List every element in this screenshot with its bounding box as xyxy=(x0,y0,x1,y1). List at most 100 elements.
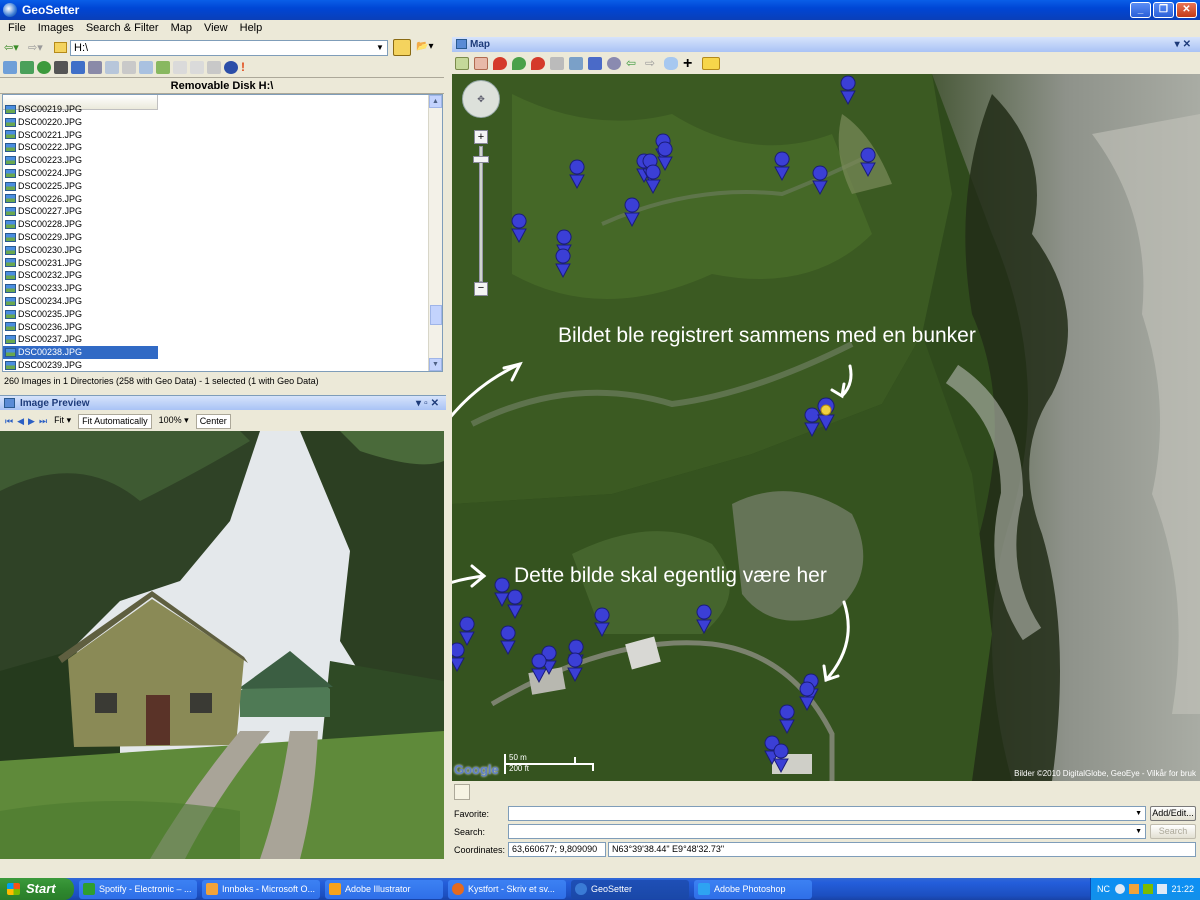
list-item-selected[interactable]: DSC00238.JPG xyxy=(3,346,158,359)
list-item[interactable]: DSC00222.JPG xyxy=(3,141,158,154)
properties-icon[interactable] xyxy=(139,60,153,74)
fit-automatically-button[interactable]: Fit Automatically xyxy=(78,413,152,429)
undo-icon[interactable] xyxy=(173,60,187,74)
menu-view[interactable]: View xyxy=(198,20,234,37)
first-image-icon[interactable]: ⏮ xyxy=(5,416,13,427)
chevron-down-icon[interactable]: ▼ xyxy=(1135,807,1142,820)
list-item[interactable]: DSC00231.JPG xyxy=(3,257,158,270)
task-spotify[interactable]: Spotify - Electronic – ... xyxy=(79,879,197,899)
menu-map[interactable]: Map xyxy=(165,20,198,37)
chevron-down-icon[interactable]: ▼ xyxy=(1135,825,1142,838)
start-button[interactable]: Start xyxy=(0,878,74,900)
list-item[interactable]: DSC00233.JPG xyxy=(3,282,158,295)
address-input[interactable]: H:\ ▼ xyxy=(70,40,388,56)
folder-up-icon[interactable] xyxy=(54,42,67,53)
list-item[interactable]: DSC00235.JPG xyxy=(3,308,158,321)
scrollbar-thumb[interactable] xyxy=(430,305,442,325)
task-firefox[interactable]: Kystfort - Skriv et sv... xyxy=(448,879,566,899)
panel-controls[interactable]: ▾✕ xyxy=(1175,37,1194,52)
browse-folder-button[interactable] xyxy=(393,39,411,56)
coordinates-dms-field[interactable]: N63°39'38.44" E9°48'32.73" xyxy=(608,842,1196,857)
view-mode-icon[interactable] xyxy=(3,60,17,74)
file-list-scrollbar[interactable]: ▲ ▼ xyxy=(428,95,442,371)
pencil-icon[interactable] xyxy=(454,784,470,800)
outlook-tray-icon[interactable] xyxy=(1129,884,1139,894)
favorites-folder-icon[interactable]: 📂▾ xyxy=(416,41,436,55)
task-photoshop[interactable]: Adobe Photoshop xyxy=(694,879,812,899)
list-item[interactable]: DSC00219.JPG xyxy=(3,103,158,116)
next-image-icon[interactable]: ▶ xyxy=(28,416,35,427)
list-item[interactable]: DSC00228.JPG xyxy=(3,218,158,231)
list-item[interactable]: DSC00237.JPG xyxy=(3,333,158,346)
track-icon[interactable] xyxy=(569,56,583,70)
red-marker-icon[interactable] xyxy=(493,56,507,70)
map-type-icon[interactable] xyxy=(455,56,469,70)
list-item[interactable]: DSC00226.JPG xyxy=(3,193,158,206)
sort-icon[interactable] xyxy=(88,60,102,74)
paste-icon[interactable] xyxy=(122,60,136,74)
close-button[interactable]: ✕ xyxy=(1176,2,1197,18)
center-button[interactable]: Center xyxy=(195,413,231,429)
list-item[interactable]: DSC00225.JPG xyxy=(3,180,158,193)
language-indicator[interactable]: NC xyxy=(1097,878,1110,900)
marker-icon[interactable] xyxy=(531,56,545,70)
satellite-map[interactable]: ✥ + − Bildet ble registrert sammens med … xyxy=(452,74,1200,781)
list-item[interactable]: DSC00234.JPG xyxy=(3,295,158,308)
back-arrow-icon[interactable]: ⇦▾ xyxy=(4,41,24,55)
forward-arrow-icon[interactable]: ⇨ xyxy=(645,56,659,70)
file-list[interactable]: DSC00219.JPG DSC00220.JPG DSC00221.JPG D… xyxy=(2,94,443,372)
list-item[interactable]: DSC00229.JPG xyxy=(3,231,158,244)
list-item[interactable]: DSC00236.JPG xyxy=(3,321,158,334)
list-item[interactable]: DSC00223.JPG xyxy=(3,154,158,167)
copy-icon[interactable] xyxy=(105,60,119,74)
list-item[interactable]: DSC00227.JPG xyxy=(3,205,158,218)
coordinates-decimal-field[interactable]: 63,660677; 9,809090 xyxy=(508,842,606,857)
search-button[interactable]: Search xyxy=(1150,824,1196,839)
favorite-star-icon[interactable] xyxy=(702,56,720,70)
speech-bubble-icon[interactable] xyxy=(664,56,678,70)
zoom-dropdown[interactable]: 100% ▾ xyxy=(156,414,192,429)
tools-icon[interactable] xyxy=(550,56,564,70)
sync-icon[interactable] xyxy=(20,60,34,74)
list-item[interactable]: DSC00232.JPG xyxy=(3,269,158,282)
menu-help[interactable]: Help xyxy=(234,20,269,37)
list-item[interactable]: DSC00221.JPG xyxy=(3,129,158,142)
save-icon[interactable] xyxy=(207,60,221,74)
previous-image-icon[interactable]: ◀ xyxy=(17,416,24,427)
redo-icon[interactable] xyxy=(190,60,204,74)
task-illustrator[interactable]: Adobe Illustrator xyxy=(325,879,443,899)
favorite-dropdown[interactable]: ▼ xyxy=(508,806,1146,821)
list-item[interactable]: DSC00239.JPG xyxy=(3,359,158,371)
info-icon[interactable]: ! xyxy=(241,60,255,74)
maximize-button[interactable]: ❐ xyxy=(1153,2,1174,18)
list-item[interactable]: DSC00220.JPG xyxy=(3,116,158,129)
gps-icon[interactable] xyxy=(588,56,602,70)
menu-images[interactable]: Images xyxy=(32,20,80,37)
search-input[interactable]: ▼ xyxy=(508,824,1146,839)
last-image-icon[interactable]: ⏭ xyxy=(39,416,47,427)
menu-search-filter[interactable]: Search & Filter xyxy=(80,20,165,37)
binoculars-icon[interactable] xyxy=(54,60,68,74)
minimize-button[interactable]: _ xyxy=(1130,2,1151,18)
filter-icon[interactable] xyxy=(71,60,85,74)
marker-tool-icon[interactable] xyxy=(474,56,488,70)
network-icon[interactable] xyxy=(1143,884,1153,894)
globe-icon[interactable] xyxy=(224,60,238,74)
forward-arrow-icon[interactable]: ⇨▾ xyxy=(28,41,48,55)
scroll-down-icon[interactable]: ▼ xyxy=(429,358,442,371)
scroll-up-icon[interactable]: ▲ xyxy=(429,95,442,108)
add-edit-button[interactable]: Add/Edit... xyxy=(1150,806,1196,821)
crosshair-icon[interactable]: + xyxy=(683,55,697,71)
panel-controls[interactable]: ▾▫✕ xyxy=(416,396,442,411)
back-arrow-icon[interactable]: ⇦ xyxy=(626,56,640,70)
menu-file[interactable]: File xyxy=(2,20,32,37)
list-item[interactable]: DSC00224.JPG xyxy=(3,167,158,180)
map-attribution[interactable]: Bilder ©2010 DigitalGlobe, GeoEye - Vilk… xyxy=(1014,769,1196,778)
refresh-icon[interactable] xyxy=(37,60,51,74)
task-outlook[interactable]: Innboks - Microsoft O... xyxy=(202,879,320,899)
green-marker-icon[interactable] xyxy=(512,56,526,70)
task-geosetter[interactable]: GeoSetter xyxy=(571,879,689,899)
zoom-search-icon[interactable] xyxy=(607,56,621,70)
volume-icon[interactable] xyxy=(1157,884,1167,894)
bluetooth-icon[interactable] xyxy=(1115,884,1125,894)
